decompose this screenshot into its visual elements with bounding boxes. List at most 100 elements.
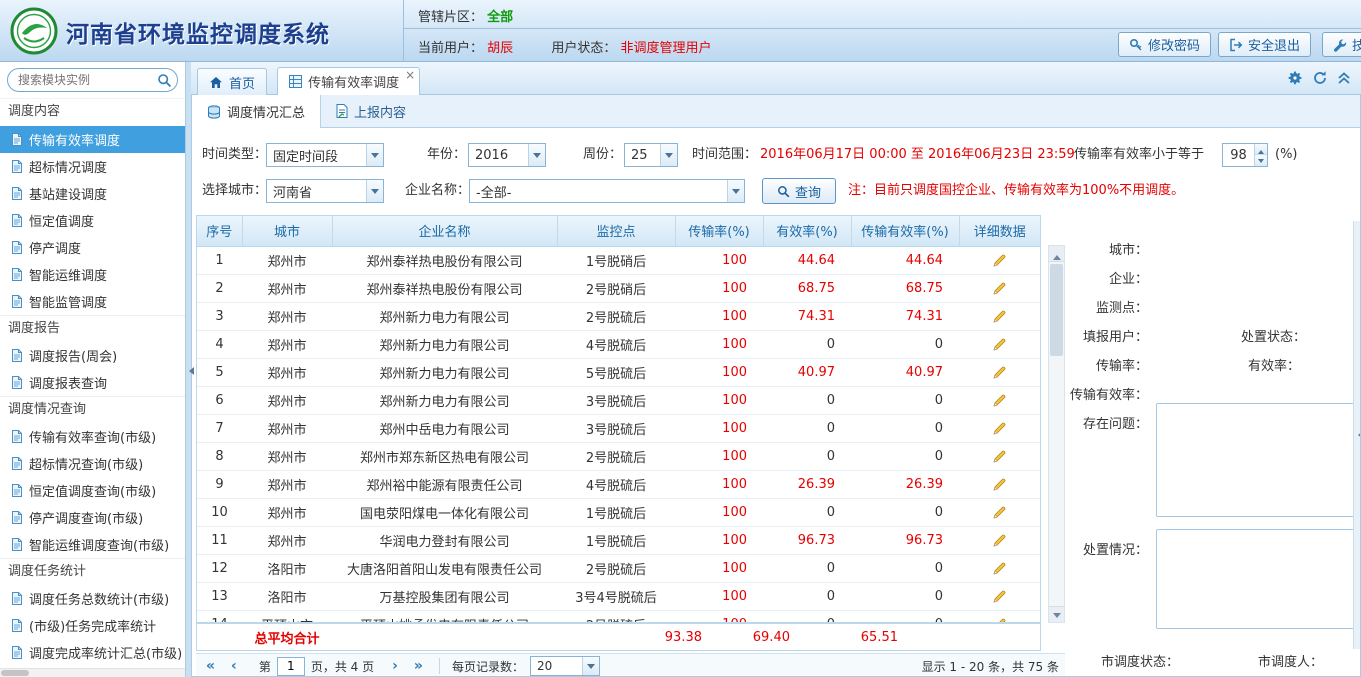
detail-data-cell[interactable] bbox=[959, 274, 1040, 302]
per-page-select[interactable]: 20 bbox=[530, 656, 600, 676]
year-select[interactable]: 2016 bbox=[468, 143, 546, 167]
threshold-input[interactable] bbox=[1223, 144, 1254, 166]
scroll-up-icon[interactable] bbox=[1049, 246, 1064, 262]
subtab-dispatch-summary[interactable]: 调度情况汇总 bbox=[192, 95, 321, 128]
sidebar-item[interactable]: 超标情况查询(市级) bbox=[0, 450, 185, 477]
sidebar-section-header[interactable]: 调度内容 bbox=[0, 99, 185, 126]
detail-data-cell[interactable] bbox=[959, 246, 1040, 274]
query-button[interactable]: 查询 bbox=[762, 178, 836, 204]
change-password-button[interactable]: 修改密码 bbox=[1118, 32, 1211, 57]
sidebar-item[interactable]: 智能监管调度 bbox=[0, 288, 185, 315]
edit-pencil-icon[interactable] bbox=[992, 449, 1007, 464]
column-header[interactable]: 序号 bbox=[197, 216, 242, 246]
detail-data-cell[interactable] bbox=[959, 330, 1040, 358]
prev-page-button[interactable]: ‹ bbox=[231, 656, 237, 676]
refresh-icon[interactable] bbox=[1312, 70, 1328, 86]
scroll-down-icon[interactable] bbox=[1049, 606, 1064, 622]
detail-data-cell[interactable] bbox=[959, 582, 1040, 610]
time-type-select[interactable]: 固定时间段 bbox=[266, 143, 384, 167]
week-select[interactable]: 25 bbox=[624, 143, 678, 167]
edit-pencil-icon[interactable] bbox=[992, 477, 1007, 492]
sidebar-collapse-handle[interactable] bbox=[185, 367, 194, 375]
handle-textarea[interactable] bbox=[1156, 529, 1356, 629]
last-page-button[interactable]: » bbox=[414, 656, 423, 676]
support-button[interactable]: 技 bbox=[1322, 32, 1361, 57]
edit-pencil-icon[interactable] bbox=[992, 561, 1007, 576]
detail-data-cell[interactable] bbox=[959, 470, 1040, 498]
detail-data-cell[interactable] bbox=[959, 554, 1040, 582]
chevron-down-icon bbox=[366, 144, 383, 166]
sidebar-item[interactable]: 传输有效率查询(市级) bbox=[0, 423, 185, 450]
edit-pencil-icon[interactable] bbox=[992, 421, 1007, 436]
sidebar-section-header[interactable]: 调度情况查询 bbox=[0, 396, 185, 423]
city-select[interactable]: 河南省 bbox=[266, 179, 384, 203]
first-page-button[interactable]: « bbox=[206, 656, 215, 676]
detail-data-cell[interactable] bbox=[959, 442, 1040, 470]
edit-pencil-icon[interactable] bbox=[992, 253, 1007, 268]
collapse-up-icon[interactable] bbox=[1337, 70, 1351, 86]
detail-data-cell[interactable] bbox=[959, 610, 1040, 623]
sidebar-item-label: 恒定值调度 bbox=[29, 211, 94, 230]
sidebar-item[interactable]: 智能运维调度 bbox=[0, 261, 185, 288]
company-select[interactable]: -全部- bbox=[469, 179, 745, 203]
edit-pencil-icon[interactable] bbox=[992, 365, 1007, 380]
detail-data-cell[interactable] bbox=[959, 498, 1040, 526]
column-header[interactable]: 传输率(%) bbox=[675, 216, 763, 246]
tab-close-icon[interactable]: × bbox=[405, 68, 415, 82]
sidebar-section-header[interactable]: 调度任务统计 bbox=[0, 558, 185, 585]
edit-pencil-icon[interactable] bbox=[992, 393, 1007, 408]
detail-data-cell[interactable] bbox=[959, 414, 1040, 442]
column-header[interactable]: 详细数据 bbox=[959, 216, 1040, 246]
threshold-spinner[interactable] bbox=[1222, 143, 1268, 167]
spinner-down-icon[interactable] bbox=[1254, 155, 1267, 166]
edit-pencil-icon[interactable] bbox=[992, 337, 1007, 352]
sidebar-item[interactable]: 停产调度查询(市级) bbox=[0, 504, 185, 531]
column-header[interactable]: 传输有效率(%) bbox=[851, 216, 959, 246]
sidebar-item[interactable]: 调度报表查询 bbox=[0, 369, 185, 396]
edit-pencil-icon[interactable] bbox=[992, 589, 1007, 604]
edit-pencil-icon[interactable] bbox=[992, 309, 1007, 324]
sidebar-item[interactable]: 调度报告(周会) bbox=[0, 342, 185, 369]
detail-data-cell[interactable] bbox=[959, 302, 1040, 330]
column-header[interactable]: 有效率(%) bbox=[763, 216, 851, 246]
detail-data-cell[interactable] bbox=[959, 358, 1040, 386]
sidebar-section-header[interactable]: 调度报告 bbox=[0, 315, 185, 342]
sidebar-item[interactable]: 调度任务总数统计(市级) bbox=[0, 585, 185, 612]
sidebar-item[interactable]: 恒定值调度查询(市级) bbox=[0, 477, 185, 504]
sidebar-item[interactable]: 调度完成率统计汇总(市级) bbox=[0, 639, 185, 666]
column-header[interactable]: 城市 bbox=[242, 216, 332, 246]
column-header[interactable]: 监控点 bbox=[557, 216, 675, 246]
search-icon[interactable] bbox=[157, 73, 172, 88]
problem-textarea[interactable] bbox=[1156, 403, 1356, 517]
sidebar-item[interactable]: 基站建设调度 bbox=[0, 180, 185, 207]
cell-no: 5 bbox=[197, 358, 242, 386]
edit-pencil-icon[interactable] bbox=[992, 505, 1007, 520]
column-header[interactable]: 企业名称 bbox=[332, 216, 557, 246]
edit-pencil-icon[interactable] bbox=[992, 281, 1007, 296]
next-page-button[interactable]: › bbox=[392, 656, 398, 676]
sidebar-item[interactable]: 传输有效率调度 bbox=[0, 126, 185, 153]
sidebar-item[interactable]: 恒定值调度 bbox=[0, 207, 185, 234]
table-scrollbar-thumb[interactable] bbox=[1050, 264, 1063, 356]
cell-city: 郑州市 bbox=[242, 302, 332, 330]
detail-data-cell[interactable] bbox=[959, 386, 1040, 414]
cell-company: 郑州新力电力有限公司 bbox=[332, 386, 557, 414]
sidebar-item[interactable]: 超标情况调度 bbox=[0, 153, 185, 180]
page-number-input[interactable] bbox=[277, 657, 305, 676]
detail-data-cell[interactable] bbox=[959, 526, 1040, 554]
sidebar-scrollbar[interactable] bbox=[0, 668, 185, 677]
spinner-up-icon[interactable] bbox=[1254, 144, 1267, 155]
logout-button[interactable]: 安全退出 bbox=[1218, 32, 1311, 57]
detail-collapse-handle[interactable] bbox=[1353, 221, 1360, 649]
sidebar-scrollbar-thumb[interactable] bbox=[1, 670, 29, 676]
sidebar-item[interactable]: 停产调度 bbox=[0, 234, 185, 261]
tab-home[interactable]: 首页 bbox=[197, 68, 267, 95]
sidebar-item[interactable]: (市级)任务完成率统计 bbox=[0, 612, 185, 639]
gear-icon[interactable] bbox=[1287, 70, 1303, 86]
subtab-report-content[interactable]: 上报内容 bbox=[321, 95, 421, 127]
table-scrollbar[interactable] bbox=[1048, 245, 1065, 623]
module-search-input[interactable] bbox=[7, 68, 178, 92]
tab-transmission-dispatch[interactable]: 传输有效率调度 × bbox=[277, 67, 420, 95]
edit-pencil-icon[interactable] bbox=[992, 533, 1007, 548]
sidebar-item[interactable]: 智能运维调度查询(市级) bbox=[0, 531, 185, 558]
